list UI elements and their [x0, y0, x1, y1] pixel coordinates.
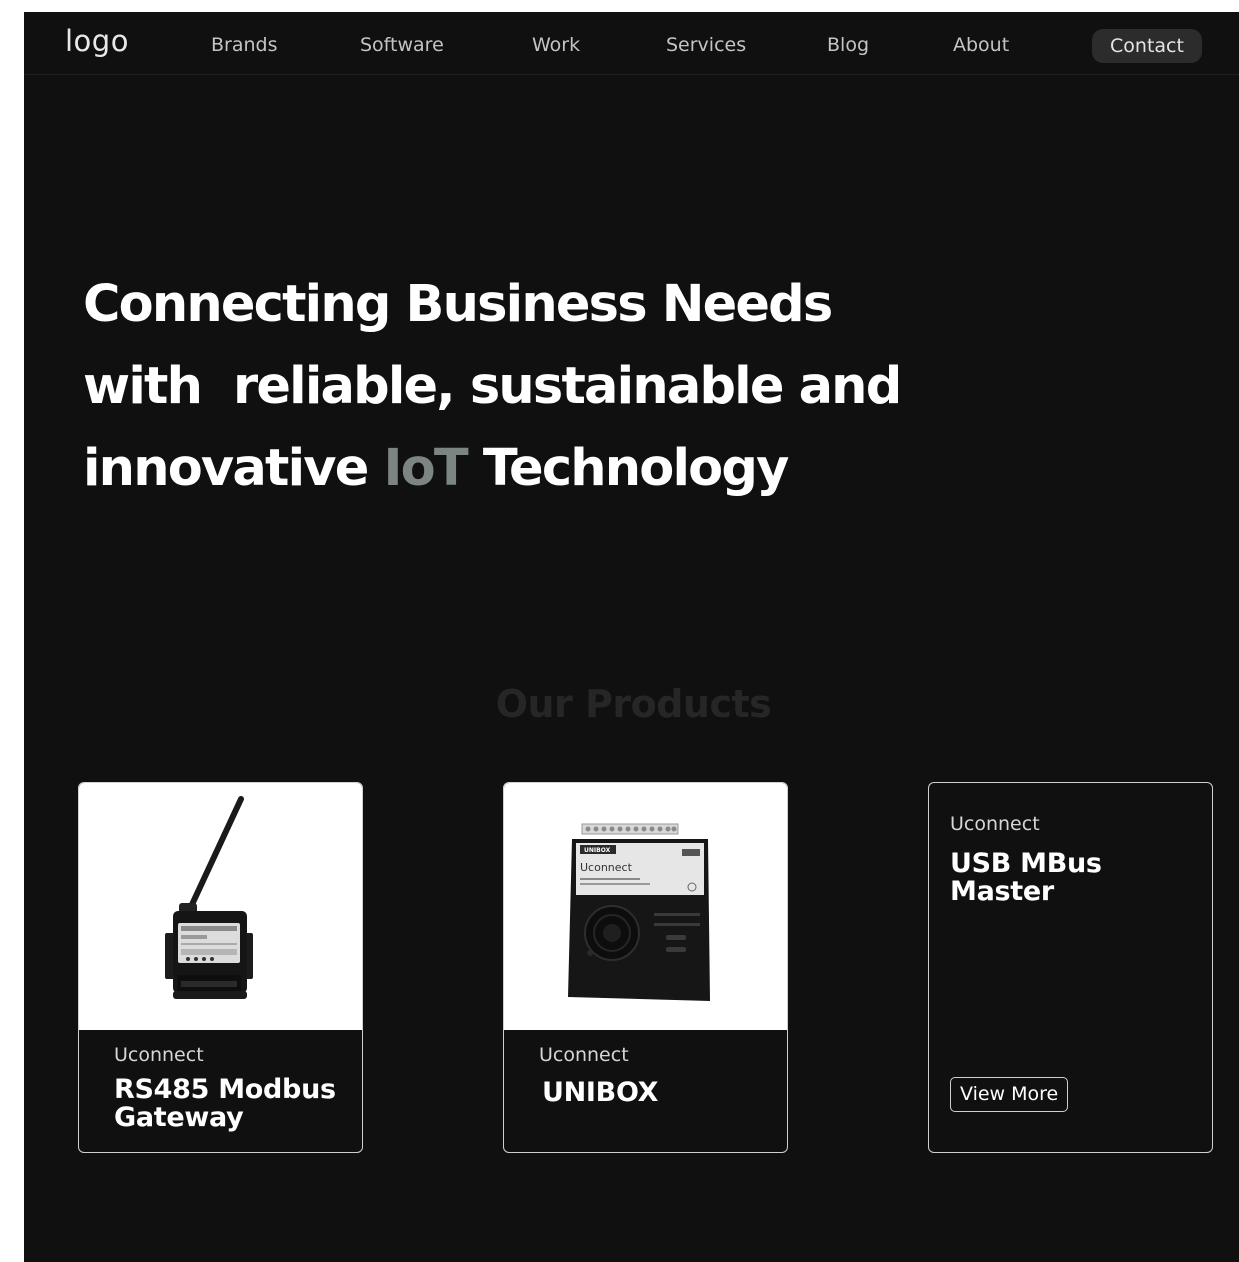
- nav-link-software[interactable]: Software: [360, 34, 444, 56]
- nav-link-work[interactable]: Work: [532, 34, 580, 56]
- nav-link-about[interactable]: About: [953, 34, 1009, 56]
- device-logo-text: Uconnect: [580, 861, 633, 874]
- products-section-title: Our Products: [495, 682, 772, 726]
- product-brand-rs485: Uconnect: [114, 1044, 204, 1066]
- product-name-unibox: UNIBOX: [542, 1077, 659, 1108]
- hero-line-3-start: innovative: [83, 439, 384, 498]
- view-more-button[interactable]: View More: [950, 1077, 1069, 1112]
- nav-link-blog[interactable]: Blog: [827, 34, 869, 56]
- product-name-usb-mbus: USB MBus Master: [950, 848, 1102, 907]
- product-brand-unibox: Uconnect: [539, 1044, 629, 1066]
- hero-line-1: Connecting Business Needs: [83, 275, 833, 334]
- product-card-unibox[interactable]: UNIBOX Uconnect Uconnect UNIBOX: [503, 782, 788, 1153]
- nav-link-brands[interactable]: Brands: [211, 34, 278, 56]
- hero-headline: Connecting Business Needs with reliable,…: [83, 264, 1003, 510]
- product-card-usb-mbus[interactable]: Uconnect USB MBus Master View More: [928, 782, 1213, 1153]
- top-nav: logo Brands Software Work Services Blog …: [24, 12, 1239, 75]
- hero-line-3-end: Technology: [466, 439, 790, 498]
- rs485-gateway-image: [165, 796, 253, 999]
- hero-line-2: with reliable, sustainable and: [83, 357, 902, 416]
- product-card-rs485[interactable]: Uconnect RS485 Modbus Gateway: [78, 782, 363, 1153]
- product-name-rs485: RS485 Modbus Gateway: [114, 1074, 336, 1133]
- unibox-device-image: UNIBOX Uconnect: [568, 823, 710, 1001]
- product-image-unibox: UNIBOX Uconnect: [504, 783, 787, 1030]
- contact-button[interactable]: Contact: [1092, 29, 1202, 63]
- nav-link-services[interactable]: Services: [666, 34, 746, 56]
- hero-accent-iot: IoT: [383, 439, 468, 498]
- page: logo Brands Software Work Services Blog …: [24, 12, 1239, 1262]
- device-label-text: UNIBOX: [584, 847, 611, 854]
- product-image-rs485: [79, 783, 362, 1030]
- product-brand-usb-mbus: Uconnect: [950, 813, 1040, 835]
- logo[interactable]: logo: [65, 24, 129, 58]
